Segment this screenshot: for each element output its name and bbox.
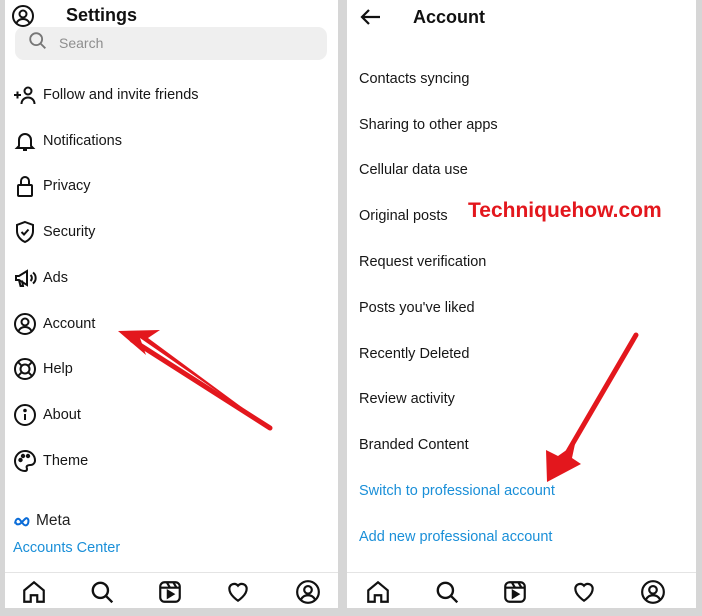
shield-icon bbox=[16, 220, 34, 244]
add-person-icon bbox=[14, 86, 36, 105]
page-title: Settings bbox=[66, 5, 138, 25]
info-icon bbox=[14, 404, 36, 426]
account-item-label: Request verification bbox=[359, 254, 487, 270]
account-panel: Account Contacts syncing Sharing to othe… bbox=[347, 0, 696, 608]
meta-label: Meta bbox=[36, 512, 71, 529]
settings-item-label: Help bbox=[43, 361, 73, 377]
account-item-branded-content[interactable]: Branded Content bbox=[347, 425, 696, 465]
settings-item-privacy[interactable]: Privacy bbox=[5, 166, 338, 206]
settings-item-ads[interactable]: Ads bbox=[5, 258, 338, 298]
tab-bar bbox=[347, 572, 696, 608]
home-icon[interactable] bbox=[365, 579, 391, 605]
account-item-cellular-data[interactable]: Cellular data use bbox=[347, 150, 696, 190]
reels-icon[interactable] bbox=[157, 579, 183, 605]
settings-item-security[interactable]: Security bbox=[5, 212, 338, 252]
account-item-label: Contacts syncing bbox=[359, 71, 470, 87]
search-icon[interactable] bbox=[434, 579, 460, 605]
lifebuoy-icon bbox=[14, 358, 36, 380]
account-item-contacts-syncing[interactable]: Contacts syncing bbox=[347, 59, 696, 99]
search-input[interactable]: Search bbox=[15, 27, 327, 60]
search-icon bbox=[29, 32, 46, 49]
account-item-label: Cellular data use bbox=[359, 162, 468, 178]
account-header: Account bbox=[347, 0, 696, 38]
settings-item-about[interactable]: About bbox=[5, 395, 338, 435]
settings-item-label: Notifications bbox=[43, 133, 122, 149]
account-item-sharing[interactable]: Sharing to other apps bbox=[347, 105, 696, 145]
switch-professional-label: Switch to professional account bbox=[359, 483, 555, 499]
meta-infinity-icon bbox=[14, 517, 30, 527]
meta-logo: Meta bbox=[13, 510, 70, 532]
settings-panel: Settings Search Follow and invite friend… bbox=[5, 0, 338, 608]
home-icon[interactable] bbox=[21, 579, 47, 605]
heart-icon[interactable] bbox=[571, 579, 597, 605]
account-item-label: Branded Content bbox=[359, 437, 469, 453]
search-placeholder: Search bbox=[59, 35, 104, 51]
reels-icon[interactable] bbox=[502, 579, 528, 605]
account-item-posts-liked[interactable]: Posts you've liked bbox=[347, 288, 696, 328]
account-item-label: Recently Deleted bbox=[359, 346, 470, 362]
account-item-label: Posts you've liked bbox=[359, 300, 475, 316]
profile-icon[interactable] bbox=[640, 579, 666, 605]
add-professional-link[interactable]: Add new professional account bbox=[347, 517, 696, 557]
lock-icon bbox=[17, 176, 33, 197]
profile-avatar-icon[interactable] bbox=[11, 4, 35, 28]
tab-bar bbox=[5, 572, 338, 608]
account-item-review-activity[interactable]: Review activity bbox=[347, 379, 696, 419]
settings-item-label: Security bbox=[43, 224, 96, 240]
settings-item-account[interactable]: Account bbox=[5, 304, 338, 344]
account-item-label: Sharing to other apps bbox=[359, 117, 498, 133]
palette-icon bbox=[14, 449, 37, 473]
search-icon[interactable] bbox=[89, 579, 115, 605]
settings-item-label: About bbox=[43, 407, 81, 423]
account-item-label: Review activity bbox=[359, 391, 455, 407]
settings-item-theme[interactable]: Theme bbox=[5, 441, 338, 481]
account-item-label: Original posts bbox=[359, 208, 448, 224]
account-item-recently-deleted[interactable]: Recently Deleted bbox=[347, 334, 696, 374]
account-item-request-verification[interactable]: Request verification bbox=[347, 242, 696, 282]
settings-item-follow[interactable]: Follow and invite friends bbox=[5, 75, 338, 115]
settings-item-label: Follow and invite friends bbox=[43, 87, 199, 103]
page-title: Account bbox=[413, 7, 485, 27]
settings-item-notifications[interactable]: Notifications bbox=[5, 121, 338, 161]
heart-icon[interactable] bbox=[225, 579, 251, 605]
settings-item-label: Privacy bbox=[43, 178, 91, 194]
settings-item-help[interactable]: Help bbox=[5, 349, 338, 389]
add-professional-label: Add new professional account bbox=[359, 529, 553, 545]
watermark-text: Techniquehow.com bbox=[468, 199, 662, 222]
megaphone-icon bbox=[15, 269, 37, 287]
bell-icon bbox=[14, 133, 36, 151]
accounts-center-link[interactable]: Accounts Center bbox=[13, 540, 120, 556]
settings-item-label: Theme bbox=[43, 453, 89, 469]
back-arrow-icon[interactable] bbox=[359, 5, 383, 29]
profile-icon[interactable] bbox=[295, 579, 321, 605]
settings-item-label: Ads bbox=[43, 270, 68, 286]
settings-item-label: Account bbox=[43, 316, 96, 332]
switch-professional-link[interactable]: Switch to professional account bbox=[347, 471, 696, 511]
account-circle-icon bbox=[14, 313, 36, 335]
